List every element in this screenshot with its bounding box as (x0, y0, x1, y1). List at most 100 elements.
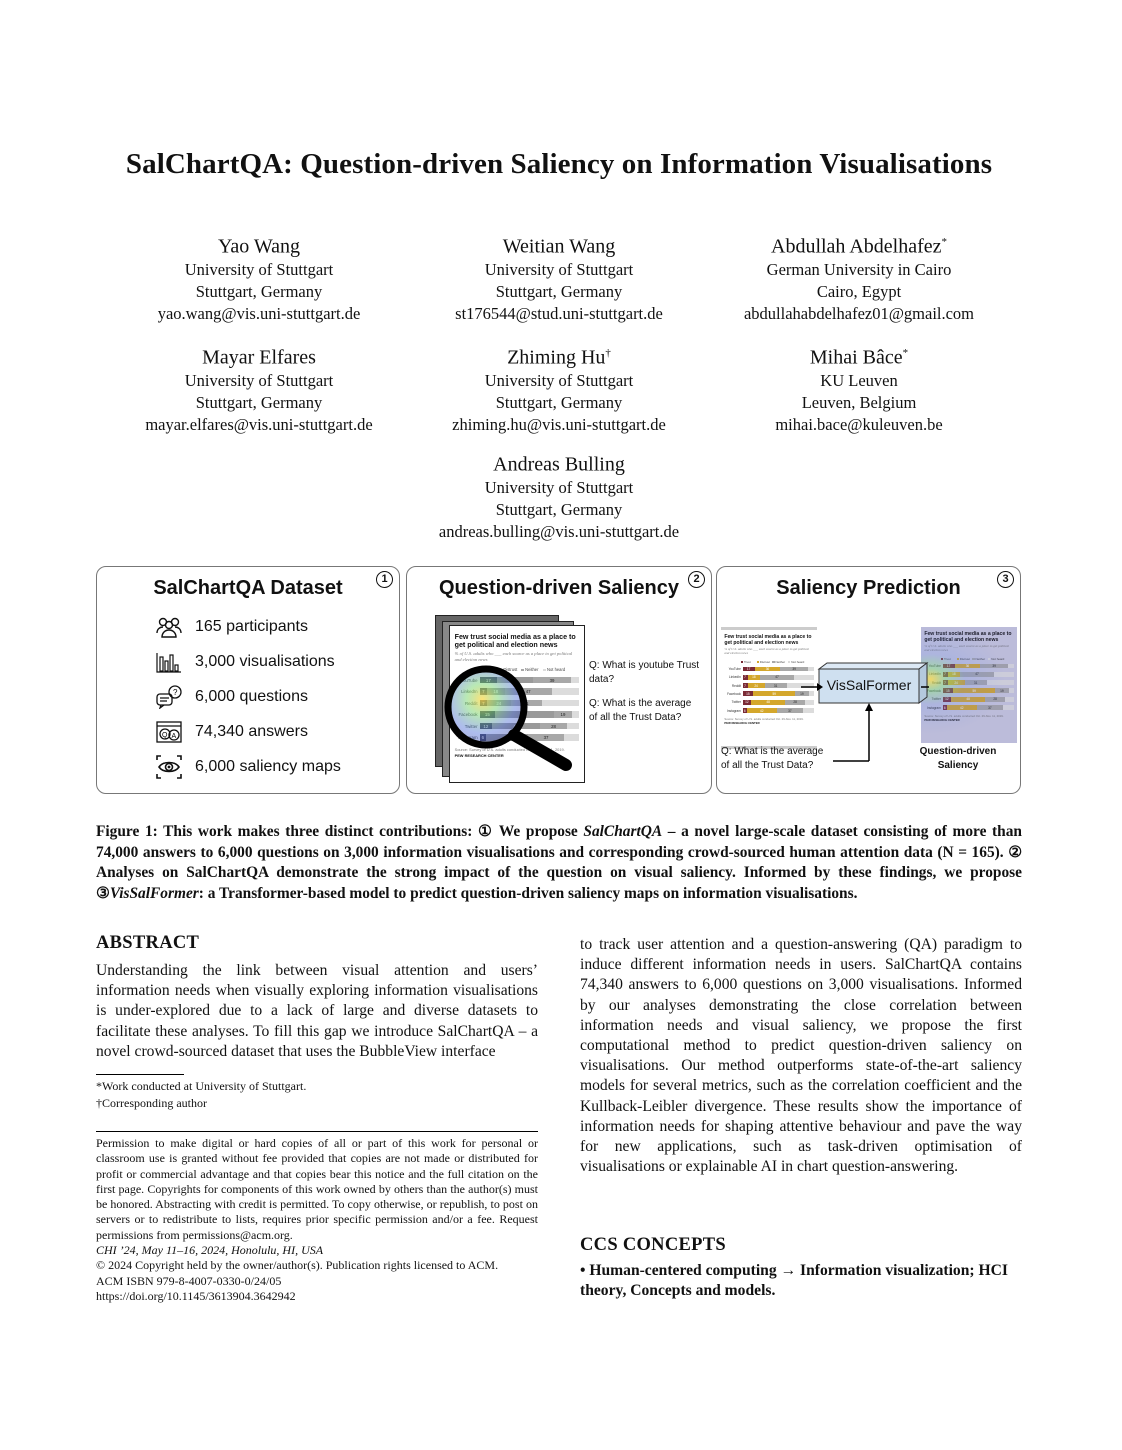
permission-block: Permission to make digital or hard copie… (96, 1136, 538, 1304)
bar-label: Reddit (731, 683, 741, 688)
legend-swatch (740, 660, 743, 663)
footnote-star: *Work conducted at University of Stuttga… (96, 1079, 307, 1093)
author-email[interactable]: st176544@stud.uni-stuttgart.de (409, 303, 709, 325)
figure-panel-saliency-prediction: Saliency Prediction 3 Few trust social m… (716, 566, 1021, 794)
panel-title: Saliency Prediction (776, 577, 961, 599)
chart-title: Few trust social media as a place to get… (724, 633, 812, 646)
saliency-heatmap-overlay (921, 627, 1017, 743)
author-affiliation: University of Stuttgart (184, 259, 334, 279)
legend-item: Neither (772, 660, 785, 664)
author-name: Mihai Bâce* (809, 346, 909, 369)
abstract-text-col1: Understanding the link between visual at… (96, 962, 538, 1060)
author-name: Mayar Elfares (202, 346, 316, 369)
stat-label: 6,000 questions (195, 688, 308, 705)
author-location: Stuttgart, Germany (495, 281, 623, 301)
dataset-stat: 165 participants (155, 615, 308, 639)
author-location: Stuttgart, Germany (495, 499, 623, 519)
panel-number: 2 (688, 571, 705, 588)
chart-title: Few trust social media as a place to get… (454, 632, 576, 650)
legend-swatch (756, 660, 759, 663)
permission-text: Permission to make digital or hard copie… (96, 1136, 538, 1242)
figure-panel-question-saliency: Question-driven Saliency 2 Few trust soc… (406, 566, 712, 794)
author-location: Cairo, Egypt (816, 281, 902, 301)
ccs-heading: CCS CONCEPTS (580, 1235, 726, 1255)
author: Weitian Wang University of Stuttgart Stutt… (409, 230, 709, 325)
legend-swatch (788, 660, 791, 663)
figure-panel-dataset: SalChartQA Dataset 1 165 participants 3,0… (96, 566, 400, 794)
bar-distrust: 42 (746, 708, 777, 713)
bar-label: YouTube (728, 667, 741, 671)
bar-distrust: 24 (747, 683, 765, 689)
author-email[interactable]: mihai.bace@kuleuven.be (709, 414, 1009, 436)
svg-text:?: ? (173, 688, 178, 697)
author: Mihai Bâce* KU Leuven Leuven, Belgium mihai… (709, 341, 1009, 436)
author-affiliation: University of Stuttgart (184, 370, 334, 390)
output-label: Question-driven Saliency (919, 746, 997, 771)
caption-text: : a Transformer-based model to predict q… (198, 884, 858, 902)
isbn: ACM ISBN 979-8-4007-0330-0/24/05 (96, 1273, 282, 1288)
footnote-rule (96, 1074, 184, 1075)
bar-distrust: 36 (754, 666, 781, 672)
author-name: Zhiming Hu† (507, 346, 611, 369)
author-affiliation: University of Stuttgart (484, 370, 634, 390)
chart-subtitle: % of U.S. adults who ___ each source as … (454, 651, 573, 662)
abstract-heading: ABSTRACT (96, 933, 200, 953)
svg-text:Q: Q (162, 732, 168, 739)
author-affiliation: University of Stuttgart (484, 259, 634, 279)
author: Abdullah Abdelhafez* German University in… (709, 230, 1009, 325)
panel-number: 3 (997, 571, 1014, 588)
permission-rule (96, 1131, 538, 1132)
panel-title: SalChartQA Dataset (153, 577, 343, 599)
bar-trust: 12 (742, 699, 752, 705)
author: Mayar Elfares University of Stuttgart Stut… (109, 341, 409, 436)
svg-text:A: A (172, 733, 177, 740)
caption-model-name: VisSalFormer (109, 884, 199, 902)
author-name: Andreas Bulling (493, 453, 625, 476)
dataset-stat: 3,000 visualisations (155, 650, 335, 674)
dataset-stat: Q A 74,340 answers (155, 720, 308, 744)
author-location: Stuttgart, Germany (195, 392, 323, 412)
question-bubble-icon: ? (155, 685, 183, 709)
doi-link[interactable]: https://doi.org/10.1145/3613904.3642942 (96, 1289, 538, 1304)
chart-subtitle: % of U.S. adults who ___ each source as … (724, 647, 810, 656)
author-affiliation: KU Leuven (820, 370, 898, 390)
magnifier-icon (444, 665, 572, 771)
caption-dataset-name: SalChartQA (583, 823, 663, 840)
bar-label: Instagram (726, 708, 741, 713)
author: Andreas Bulling University of Stuttgart St… (409, 448, 709, 543)
stat-label: 165 participants (195, 618, 308, 635)
bar-distrust: 18 (747, 674, 761, 680)
author-email[interactable]: yao.wang@vis.uni-stuttgart.de (109, 303, 409, 325)
legend-item: Distrust (756, 660, 770, 664)
panel-title: Question-driven Saliency (438, 577, 680, 599)
abstract-text-col2: to track user attention and a question-a… (580, 936, 1022, 1176)
author-email[interactable]: andreas.bulling@vis.uni-stuttgart.de (409, 521, 709, 543)
figure-caption: Figure 1: This work makes three distinct… (96, 822, 1022, 904)
dataset-stat: 6,000 saliency maps (155, 755, 341, 779)
author-email[interactable]: mayar.elfares@vis.uni-stuttgart.de (109, 414, 409, 436)
eye-focus-icon (155, 755, 183, 779)
bar-distrust: 48 (751, 699, 786, 705)
author-name: Yao Wang (217, 235, 301, 258)
model-question: Q: What is the average of all the Trust … (721, 746, 824, 771)
chart-org: PEW RESEARCH CENTER (724, 721, 760, 726)
output-saliency-chart: Few trust social media as a place to get… (921, 627, 1017, 743)
paper-title: SalChartQA: Question-driven Saliency on … (125, 148, 993, 180)
model-name: VisSalFormer (826, 677, 912, 693)
bar-neither: 31 (764, 683, 787, 689)
ccs-text: • Human-centered computing → Information… (580, 1262, 1008, 1300)
panel-number: 1 (376, 571, 393, 588)
caption-text: Figure 1: This work makes three distinct… (96, 823, 584, 840)
stat-label: 3,000 visualisations (195, 653, 335, 670)
bar-label: Facebook (727, 691, 741, 696)
participants-icon (155, 615, 183, 639)
bar-trust: 17 (742, 666, 755, 672)
author-name: Abdullah Abdelhafez* (771, 235, 947, 258)
author-email[interactable]: abdullahabdelhafez01@gmail.com (709, 303, 1009, 325)
author-email[interactable]: zhiming.hu@vis.uni-stuttgart.de (409, 414, 709, 436)
venue: CHI ’24, May 11–16, 2024, Honolulu, HI, … (96, 1243, 324, 1258)
stat-label: 74,340 answers (195, 723, 308, 740)
bar-trust: 15 (742, 691, 754, 697)
author: Zhiming Hu† University of Stuttgart Stuttg… (409, 341, 709, 436)
legend-swatch (772, 660, 775, 663)
